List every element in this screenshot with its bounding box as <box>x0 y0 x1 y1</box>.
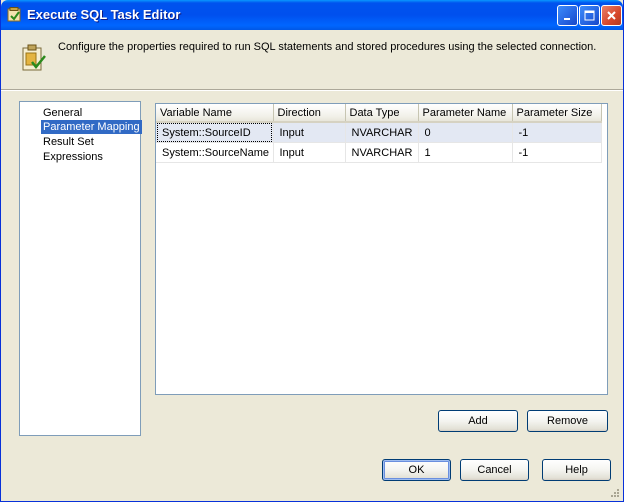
cell-data-type[interactable]: NVARCHAR <box>345 122 419 143</box>
ok-button[interactable]: OK <box>382 459 451 481</box>
dialog-description: Configure the properties required to run… <box>58 41 597 53</box>
close-icon <box>607 11 616 20</box>
table-row[interactable]: System::SourceID Input NVARCHAR 0 -1 <box>156 122 602 143</box>
column-header-variable-name[interactable]: Variable Name <box>156 104 274 123</box>
cell-direction[interactable]: Input <box>273 142 346 163</box>
dialog-window: Execute SQL Task Editor Configure the pr… <box>0 0 624 502</box>
cancel-button[interactable]: Cancel <box>460 459 529 481</box>
sql-task-icon <box>7 7 21 22</box>
remove-button[interactable]: Remove <box>527 410 608 432</box>
cell-parameter-size[interactable]: -1 <box>512 122 602 143</box>
minimize-icon <box>564 18 570 20</box>
nav-item-general[interactable]: General <box>41 106 84 120</box>
cell-direction[interactable]: Input <box>273 122 346 143</box>
nav-item-parameter-mapping[interactable]: Parameter Mapping <box>41 120 142 134</box>
minimize-button[interactable] <box>557 5 578 26</box>
task-properties-icon <box>22 44 46 71</box>
grid-header-row: Variable Name Direction Data Type Parame… <box>156 104 602 123</box>
maximize-icon <box>584 10 595 21</box>
table-row[interactable]: System::SourceName Input NVARCHAR 1 -1 <box>156 142 602 163</box>
page-navigation-list: General Parameter Mapping Result Set Exp… <box>19 101 142 436</box>
title-bar[interactable]: Execute SQL Task Editor <box>1 0 623 30</box>
help-button[interactable]: Help <box>542 459 611 481</box>
resize-grip-icon[interactable] <box>608 486 620 498</box>
column-header-direction[interactable]: Direction <box>273 104 346 123</box>
cell-variable-name[interactable]: System::SourceID <box>156 122 274 143</box>
cell-variable-name[interactable]: System::SourceName <box>156 142 274 163</box>
nav-item-expressions[interactable]: Expressions <box>41 150 105 164</box>
header-divider <box>1 89 623 91</box>
column-header-parameter-size[interactable]: Parameter Size <box>512 104 602 123</box>
cell-parameter-name[interactable]: 0 <box>418 122 513 143</box>
nav-item-result-set[interactable]: Result Set <box>41 135 96 149</box>
column-header-parameter-name[interactable]: Parameter Name <box>418 104 513 123</box>
cell-data-type[interactable]: NVARCHAR <box>345 142 419 163</box>
window-title: Execute SQL Task Editor <box>27 7 181 22</box>
cell-parameter-name[interactable]: 1 <box>418 142 513 163</box>
close-button[interactable] <box>601 5 622 26</box>
parameter-mapping-grid: Variable Name Direction Data Type Parame… <box>155 103 608 395</box>
add-button[interactable]: Add <box>438 410 518 432</box>
column-header-data-type[interactable]: Data Type <box>345 104 419 123</box>
maximize-button[interactable] <box>579 5 600 26</box>
cell-parameter-size[interactable]: -1 <box>512 142 602 163</box>
